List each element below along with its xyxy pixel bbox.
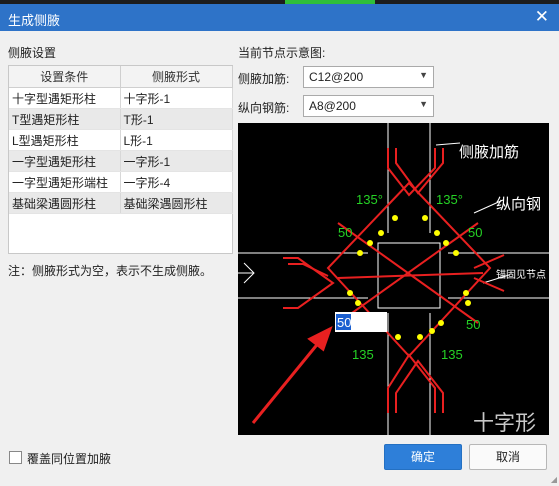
long-rebar-dot — [357, 250, 363, 256]
angle-top-right: 135° — [436, 192, 463, 207]
haunch-form-cell[interactable]: 基础梁遇圆形柱 — [120, 192, 233, 214]
dim-edit-value: 50 — [337, 315, 351, 330]
leader-line — [435, 142, 461, 146]
dim-right-bottom: 50 — [466, 317, 480, 332]
chevron-down-icon: ▼ — [419, 99, 428, 109]
long-rebar-dot — [429, 328, 435, 334]
long-rebar-dot — [443, 240, 449, 246]
long-rebar-dot — [367, 240, 373, 246]
long-rebar-text: 纵向钢 — [496, 196, 541, 213]
angle-bottom-left: 135 — [352, 347, 374, 362]
table-header-row: 设置条件 侧腋形式 — [9, 66, 233, 88]
table-row[interactable]: 一字型遇矩形端柱 一字形-4 — [9, 171, 233, 193]
resize-grip-icon[interactable]: ◢ — [551, 475, 557, 484]
table-row[interactable]: T型遇矩形柱 T形-1 — [9, 108, 233, 130]
long-rebar-dot — [465, 300, 471, 306]
long-rebar-dot — [438, 320, 444, 326]
condition-cell[interactable]: 一字型遇矩形端柱 — [9, 171, 121, 193]
haunch-rebar-text: 侧腋加筋 — [459, 144, 519, 161]
haunch-rebar-bar — [288, 263, 329, 277]
condition-cell[interactable]: 一字型遇矩形柱 — [9, 150, 121, 172]
haunch-form-cell[interactable]: T形-1 — [120, 108, 233, 130]
dim-right-top: 50 — [468, 225, 482, 240]
overwrite-checkbox[interactable] — [9, 451, 22, 464]
dialog-title: 生成侧腋 — [8, 13, 61, 28]
long-rebar-dot — [417, 334, 423, 340]
long-rebar-dot — [395, 334, 401, 340]
overwrite-label: 覆盖同位置加腋 — [27, 452, 112, 466]
long-rebar-dot — [355, 300, 361, 306]
chevron-down-icon: ▼ — [419, 70, 428, 80]
column-header-form: 侧腋形式 — [120, 66, 233, 88]
ok-button[interactable]: 确定 — [384, 444, 462, 470]
table-row[interactable]: 基础梁遇圆形柱 基础梁遇圆形柱 — [9, 192, 233, 214]
haunch-settings-table: 设置条件 侧腋形式 十字型遇矩形柱 十字形-1 T型遇矩形柱 T形-1 L型遇矩形柱 L形… — [8, 65, 233, 254]
anchor-text: 锚固见节点 — [496, 269, 546, 281]
arrow-head-icon — [307, 326, 333, 352]
haunch-rebar-value: C12@200 — [309, 70, 364, 84]
haunch-settings-label: 侧腋设置 — [8, 46, 57, 60]
long-rebar-label: 纵向钢筋: — [238, 101, 290, 115]
generate-haunch-dialog: 生成侧腋 ✕ 侧腋设置 设置条件 侧腋形式 十字型遇矩形柱 十字形-1 T型遇矩形柱… — [0, 4, 559, 486]
haunch-rebar-select[interactable]: C12@200 ▼ — [303, 66, 434, 88]
long-rebar-dot — [347, 290, 353, 296]
node-diagram: 135° 135° 50 50 50 135 135 侧腋加筋 纵向钢 锚固见节… — [238, 123, 549, 435]
haunch-form-cell[interactable]: 十字形-1 — [120, 87, 233, 109]
table-row[interactable]: L型遇矩形柱 L形-1 — [9, 129, 233, 151]
haunch-form-cell[interactable]: L形-1 — [120, 129, 233, 151]
haunch-form-cell[interactable]: 一字形-4 — [120, 171, 233, 193]
condition-cell[interactable]: 基础梁遇圆形柱 — [9, 192, 121, 214]
cross-shape-text: 十字形 — [473, 412, 536, 435]
condition-cell[interactable]: T型遇矩形柱 — [9, 108, 121, 130]
dim-left-top: 50 — [338, 225, 352, 240]
haunch-form-cell[interactable]: 一字形-1 — [120, 150, 233, 172]
long-rebar-select[interactable]: A8@200 ▼ — [303, 95, 434, 117]
cancel-button[interactable]: 取消 — [469, 444, 547, 470]
table-row[interactable]: 十字型遇矩形柱 十字形-1 — [9, 87, 233, 109]
long-rebar-dot — [434, 230, 440, 236]
empty-form-note: 注：侧腋形式为空，表示不生成侧腋。 — [8, 264, 213, 278]
node-diagram-canvas: 135° 135° 50 50 50 135 135 侧腋加筋 纵向钢 锚固见节… — [238, 123, 549, 435]
long-rebar-dot — [422, 215, 428, 221]
condition-cell[interactable]: L型遇矩形柱 — [9, 129, 121, 151]
haunch-rebar-label: 侧腋加筋: — [238, 72, 290, 86]
table-row[interactable]: 一字型遇矩形柱 一字形-1 — [9, 150, 233, 172]
long-rebar-dot — [378, 230, 384, 236]
pointer-arrow — [251, 340, 322, 424]
condition-cell[interactable]: 十字型遇矩形柱 — [9, 87, 121, 109]
column-header-condition: 设置条件 — [9, 66, 121, 88]
long-rebar-dot — [392, 215, 398, 221]
long-rebar-value: A8@200 — [309, 99, 356, 113]
long-rebar-dot — [453, 250, 459, 256]
long-rebar-dot — [463, 290, 469, 296]
angle-bottom-right: 135 — [441, 347, 463, 362]
title-bar: 生成侧腋 ✕ — [0, 4, 559, 31]
angle-top-left: 135° — [356, 192, 383, 207]
node-diagram-label: 当前节点示意图: — [238, 46, 326, 60]
close-icon[interactable]: ✕ — [535, 7, 549, 27]
